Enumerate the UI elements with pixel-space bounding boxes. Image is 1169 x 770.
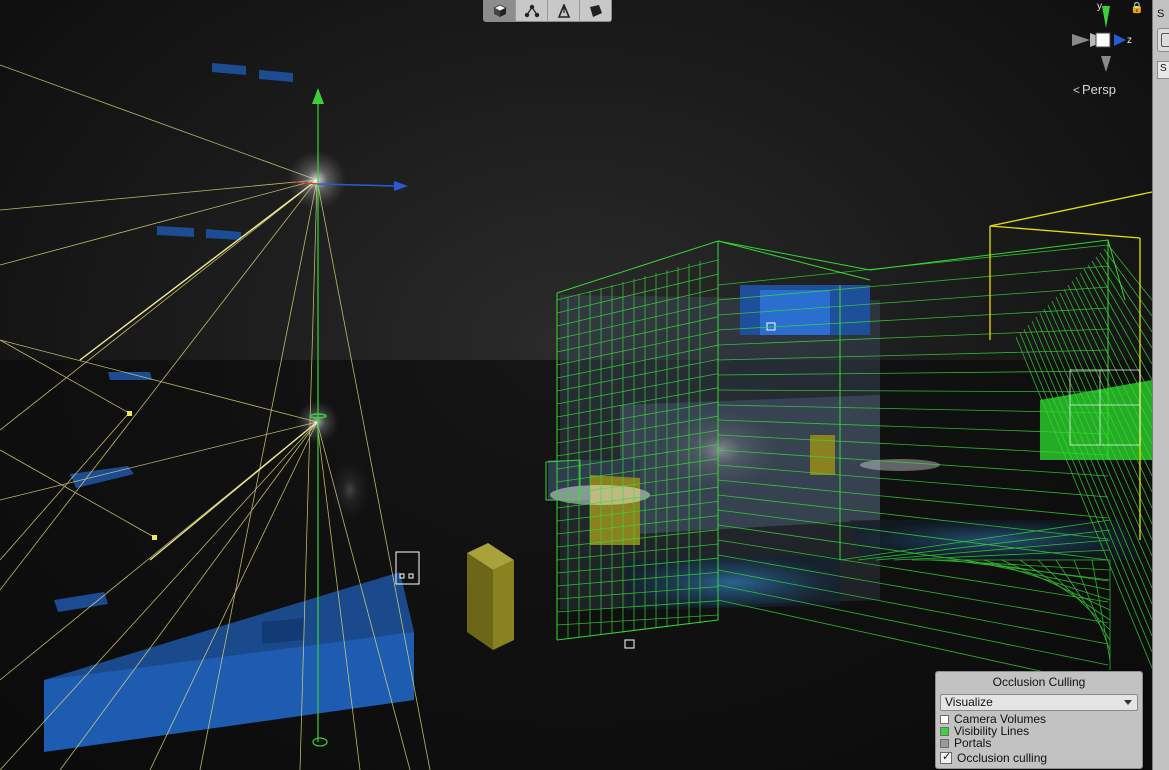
grey-swatch-icon xyxy=(940,738,949,748)
node-graph-icon xyxy=(524,4,539,17)
y-axis-label: y xyxy=(1097,1,1102,12)
wireframe-quad-icon xyxy=(589,4,602,17)
inspector-label: S xyxy=(1157,8,1165,20)
visibility-line xyxy=(717,244,1109,286)
checkmark-icon: ✓ xyxy=(942,751,952,763)
projection-toggle[interactable]: < Persp xyxy=(1073,82,1116,97)
scene-viewport[interactable]: y z 🔒 < Persp Occlusion Culling Visualiz… xyxy=(0,0,1152,770)
visualize-mode-dropdown[interactable]: Visualize xyxy=(940,694,1138,711)
checkbox-label: Occlusion culling xyxy=(957,751,1048,765)
legend-label: Portals xyxy=(954,736,992,750)
z-axis-label: z xyxy=(1127,35,1132,46)
pen-tool-button[interactable] xyxy=(548,0,580,21)
shaded-cube-icon xyxy=(492,4,507,17)
dropdown-value: Visualize xyxy=(945,695,993,709)
panel-title: Occlusion Culling xyxy=(992,675,1086,689)
object-icon xyxy=(1161,33,1169,47)
z-axis-cone[interactable] xyxy=(1114,34,1126,46)
projection-label: Persp xyxy=(1082,82,1116,97)
wireframe-button[interactable] xyxy=(580,0,611,21)
inspector-field-label: S xyxy=(1160,63,1167,74)
white-swatch-icon xyxy=(940,714,949,724)
center-cube[interactable] xyxy=(1095,32,1111,48)
visibility-line xyxy=(1107,244,1152,301)
inspector-button[interactable] xyxy=(1157,28,1169,52)
occlusion-culling-checkbox[interactable]: ✓ Occlusion culling xyxy=(940,751,1048,765)
checkbox-box[interactable]: ✓ xyxy=(940,751,952,764)
yellow-box xyxy=(467,543,514,650)
x-axis-cone[interactable] xyxy=(1072,34,1090,46)
perspective-icon: < xyxy=(1073,82,1081,97)
chevron-down-icon xyxy=(1124,700,1132,705)
inspector-strip: S S xyxy=(1152,0,1169,770)
scene-tool-strip xyxy=(483,0,612,22)
visibility-line xyxy=(717,265,1109,301)
visibility-line xyxy=(1095,256,1152,349)
legend-portals: Portals xyxy=(940,737,991,749)
lock-icon[interactable]: 🔒 xyxy=(1130,1,1144,14)
shaded-mode-button[interactable] xyxy=(484,0,516,21)
green-swatch-icon xyxy=(940,726,949,736)
pen-tool-icon xyxy=(557,3,570,18)
occlusion-culling-panel: Occlusion Culling Visualize Camera Volum… xyxy=(935,671,1143,769)
node-graph-button[interactable] xyxy=(516,0,548,21)
inspector-field[interactable]: S xyxy=(1157,61,1169,79)
scene-render xyxy=(0,63,1152,770)
visibility-line xyxy=(1091,260,1152,365)
y-axis-cone[interactable] xyxy=(1102,6,1110,28)
